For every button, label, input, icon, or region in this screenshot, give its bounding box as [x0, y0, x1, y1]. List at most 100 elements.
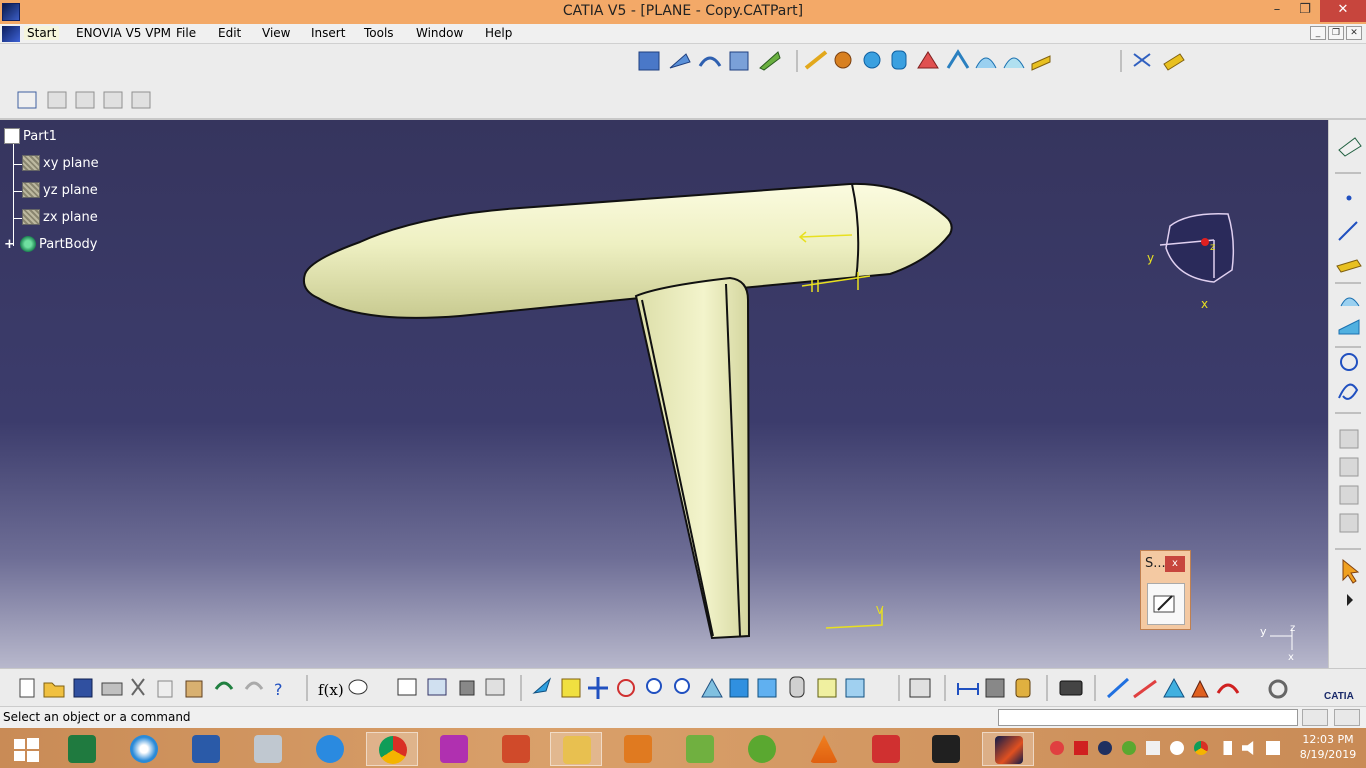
measure-icon[interactable]	[1133, 53, 1151, 67]
taskbar-powerpoint[interactable]	[490, 732, 542, 766]
undo-icon[interactable]	[214, 681, 234, 690]
constraint-faces-icon[interactable]	[47, 91, 67, 109]
shading-icon[interactable]	[789, 676, 805, 698]
status-button-2[interactable]	[1334, 709, 1360, 726]
tree-item-yz-plane[interactable]: yz plane	[22, 182, 98, 198]
tree-item-zx-plane[interactable]: zx plane	[22, 209, 98, 225]
thickness-icon[interactable]	[975, 57, 997, 69]
draft-analysis-icon[interactable]	[1133, 679, 1157, 699]
bluetooth-icon[interactable]	[1098, 741, 1112, 755]
pan-icon[interactable]	[588, 677, 608, 699]
zoom-out-icon[interactable]	[674, 678, 690, 694]
swap-visible-space-icon[interactable]	[845, 678, 865, 698]
taskbar-catia[interactable]	[982, 732, 1034, 766]
taskbar-excel[interactable]	[56, 732, 108, 766]
stiffener-icon[interactable]	[759, 51, 781, 71]
maximize-button[interactable]: ❐	[1290, 0, 1320, 22]
update-all-icon[interactable]	[909, 678, 931, 698]
tray-chrome-icon[interactable]	[1194, 741, 1208, 755]
redo-icon[interactable]	[244, 681, 264, 690]
menu-help[interactable]: Help	[485, 26, 512, 40]
shell-icon[interactable]	[946, 49, 970, 69]
expand-plus-icon[interactable]: +	[4, 237, 15, 252]
point-icon[interactable]	[1346, 195, 1352, 201]
doc-close-button[interactable]: ✕	[1346, 26, 1362, 40]
chamfer-icon[interactable]	[834, 51, 852, 69]
zoom-in-icon[interactable]	[646, 678, 662, 694]
taskbar-video[interactable]	[612, 732, 664, 766]
select-arrow-icon[interactable]	[1342, 558, 1360, 584]
tray-utorrent-icon[interactable]	[1122, 741, 1136, 755]
menu-tools[interactable]: Tools	[364, 26, 394, 40]
3d-viewport[interactable]: V y x z y z x	[0, 120, 1328, 668]
taskbar-share[interactable]	[304, 732, 356, 766]
copy-icon[interactable]	[157, 680, 173, 698]
iso-view-icon[interactable]	[757, 678, 777, 698]
remove-face-icon[interactable]	[1031, 55, 1051, 71]
onedrive-icon[interactable]	[1170, 741, 1184, 755]
trim-icon[interactable]	[1339, 457, 1359, 477]
battery-icon[interactable]	[1266, 741, 1280, 755]
lock-icon[interactable]	[459, 680, 475, 696]
measure-item-icon[interactable]	[985, 678, 1005, 698]
circle-icon[interactable]	[1340, 353, 1358, 371]
hide-show-icon[interactable]	[817, 678, 837, 698]
taskbar-explorer[interactable]	[550, 732, 602, 766]
minimize-button[interactable]: –	[1262, 0, 1292, 22]
menu-file[interactable]: File	[176, 26, 196, 40]
menu-window[interactable]: Window	[416, 26, 463, 40]
plane-icon[interactable]	[1336, 259, 1362, 273]
sketcher-icon[interactable]	[1338, 137, 1362, 157]
fuselage-body[interactable]	[302, 182, 953, 319]
fix-together-icon[interactable]	[131, 91, 151, 109]
menu-edit[interactable]: Edit	[218, 26, 241, 40]
doc-minimize-button[interactable]: _	[1310, 26, 1326, 40]
measure-between-icon[interactable]	[957, 683, 979, 695]
fillet-icon[interactable]	[804, 50, 828, 70]
open-folder-icon[interactable]	[43, 682, 65, 698]
wifi-signal-icon[interactable]	[1218, 741, 1232, 755]
measure-inertia-icon[interactable]	[1015, 678, 1031, 698]
doc-restore-button[interactable]: ❐	[1328, 26, 1344, 40]
thread-icon[interactable]	[1003, 57, 1025, 69]
knowledge-icon[interactable]	[427, 678, 447, 696]
windows-start-button[interactable]	[0, 732, 52, 766]
taskbar-monitor[interactable]	[242, 732, 294, 766]
status-button-1[interactable]	[1302, 709, 1328, 726]
constraint-icon[interactable]	[17, 91, 37, 109]
close-button[interactable]: ✕	[1320, 0, 1366, 22]
analysis-icon[interactable]	[1106, 677, 1130, 699]
revolve-icon[interactable]	[1338, 319, 1360, 335]
tray-antivirus-icon[interactable]	[1074, 741, 1088, 755]
sketch-button[interactable]	[1147, 583, 1185, 625]
menu-view[interactable]: View	[262, 26, 290, 40]
capture-camera-icon[interactable]	[1059, 680, 1083, 696]
command-input[interactable]	[998, 709, 1298, 726]
taskbar-chrome[interactable]	[366, 732, 418, 766]
curvature-analysis-icon[interactable]	[1163, 677, 1185, 698]
formula-icon[interactable]: f(x)	[318, 681, 344, 699]
refresh-icon[interactable]	[1268, 679, 1288, 699]
taskbar-picsart[interactable]	[428, 732, 480, 766]
cylinder-icon[interactable]	[891, 50, 907, 70]
normal-view-icon[interactable]	[701, 677, 723, 698]
taskbar-word[interactable]	[180, 732, 232, 766]
menu-start[interactable]: Start	[24, 26, 60, 40]
draft-icon[interactable]	[917, 51, 939, 69]
fly-mode-icon[interactable]	[532, 677, 552, 694]
paste-icon[interactable]	[185, 680, 203, 698]
sketch-toolbar-close-button[interactable]: x	[1165, 556, 1185, 572]
menu-enovia[interactable]: ENOVIA V5 VPM	[76, 26, 171, 40]
tree-item-xy-plane[interactable]: xy plane	[22, 155, 99, 171]
fit-all-icon[interactable]	[561, 678, 581, 698]
catalog-icon[interactable]	[485, 678, 505, 696]
compass[interactable]	[1159, 213, 1235, 283]
volume-icon[interactable]	[1242, 741, 1254, 755]
taskbar-photos[interactable]	[674, 732, 726, 766]
expand-toolbar-icon[interactable]	[1347, 594, 1353, 606]
split-icon[interactable]	[1339, 429, 1359, 449]
sew-icon[interactable]	[1339, 485, 1359, 505]
taskbar-utorrent[interactable]	[736, 732, 788, 766]
apply-material-icon[interactable]	[1163, 53, 1185, 71]
multi-view-icon[interactable]	[729, 678, 749, 698]
